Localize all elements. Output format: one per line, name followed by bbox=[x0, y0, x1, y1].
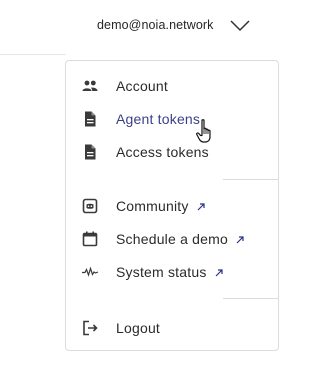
pulse-icon bbox=[82, 266, 99, 277]
user-email[interactable]: demo@noia.network bbox=[97, 16, 214, 34]
menu-item-label: Community bbox=[116, 197, 205, 215]
calendar-icon bbox=[82, 231, 98, 247]
menu-divider bbox=[223, 179, 279, 180]
external-link-icon bbox=[197, 203, 205, 211]
hand-pointer-icon bbox=[196, 119, 211, 143]
menu-divider bbox=[223, 298, 279, 299]
menu-item-system-status[interactable]: System status bbox=[66, 259, 278, 285]
logout-icon bbox=[83, 320, 98, 336]
menu-item-schedule-demo[interactable]: Schedule a demo bbox=[66, 226, 278, 252]
user-dropdown-menu: Account Agent tokens Access tokens Commu bbox=[65, 60, 279, 351]
header-divider bbox=[0, 54, 66, 55]
chevron-down-icon[interactable] bbox=[228, 17, 252, 33]
menu-item-label: Logout bbox=[116, 320, 161, 336]
menu-item-account[interactable]: Account bbox=[66, 73, 278, 99]
external-link-icon bbox=[215, 269, 223, 277]
menu-item-label: System status bbox=[116, 263, 223, 281]
menu-item-access-tokens[interactable]: Access tokens bbox=[66, 139, 278, 165]
menu-item-label: Account bbox=[116, 78, 168, 94]
menu-item-label: Schedule a demo bbox=[116, 230, 244, 248]
document-icon bbox=[85, 144, 96, 160]
top-bar: demo@noia.network bbox=[0, 0, 299, 54]
users-icon bbox=[82, 80, 98, 91]
menu-item-agent-tokens[interactable]: Agent tokens bbox=[66, 106, 278, 132]
external-link-icon bbox=[236, 236, 244, 244]
menu-item-logout[interactable]: Logout bbox=[66, 315, 278, 341]
document-icon bbox=[85, 111, 96, 127]
menu-item-community[interactable]: Community bbox=[66, 193, 278, 219]
menu-item-label: Agent tokens bbox=[116, 111, 201, 127]
discord-icon bbox=[82, 198, 98, 214]
menu-item-label: Access tokens bbox=[116, 144, 209, 160]
